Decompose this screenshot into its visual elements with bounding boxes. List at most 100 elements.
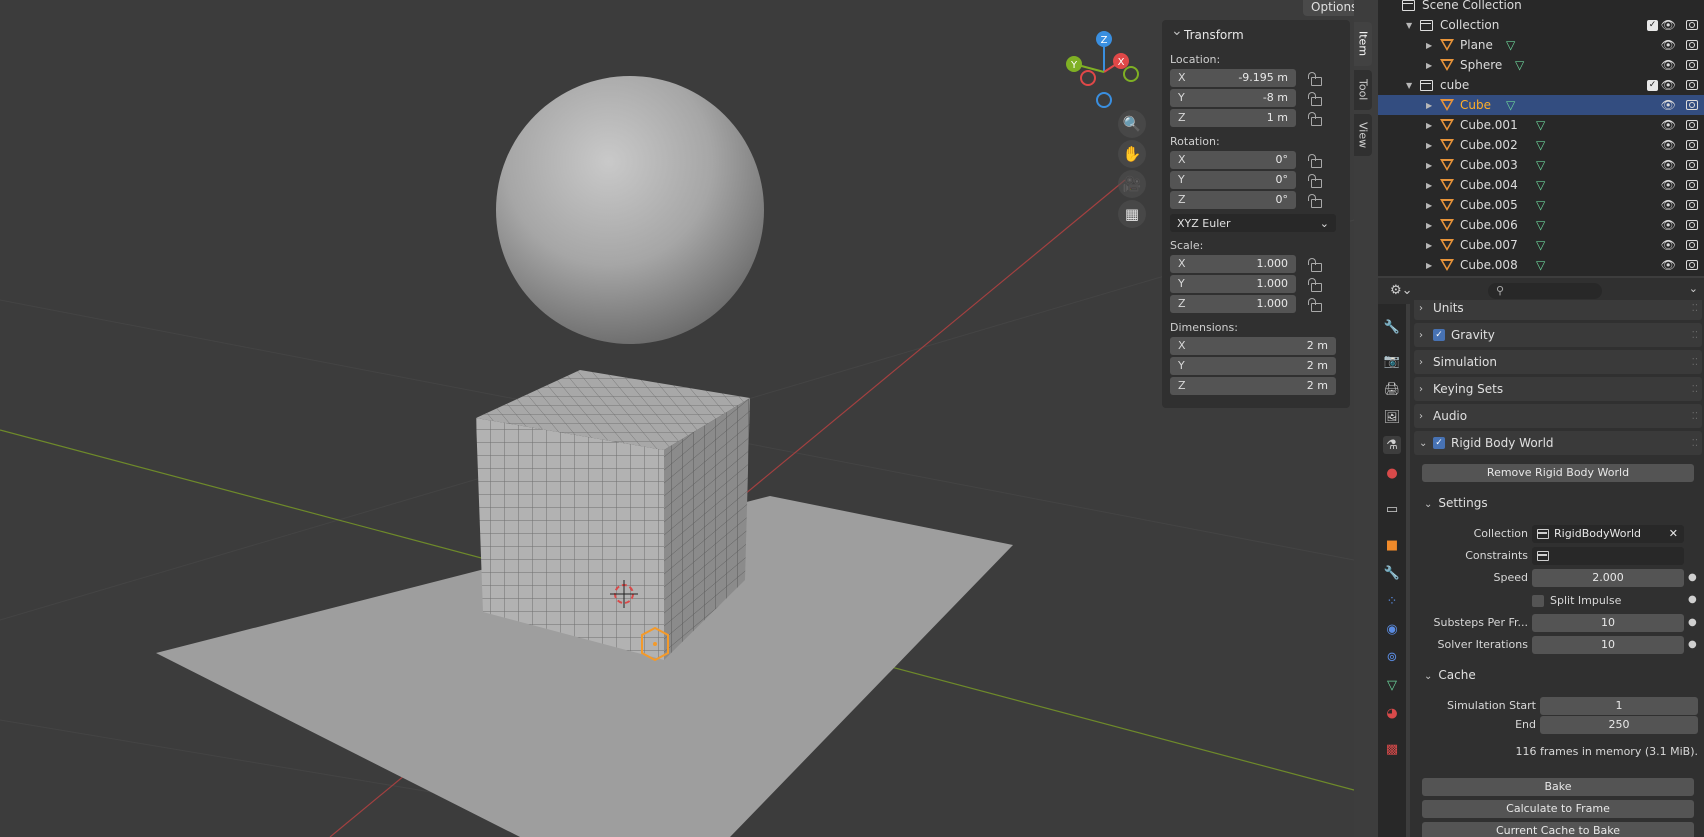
lock-icon[interactable] (1308, 92, 1322, 106)
close-icon[interactable]: ✕ (1669, 525, 1678, 543)
outliner-row-collection[interactable]: ▼ Collection ✓ 👁 (1378, 15, 1704, 35)
expand-arrow-icon[interactable]: ▶ (1426, 221, 1432, 230)
animate-dot-icon[interactable]: ● (1688, 639, 1697, 650)
rigid-body-world-checkbox[interactable]: ✓ (1433, 437, 1445, 449)
dimension-y-field[interactable]: Y2 m (1170, 356, 1336, 375)
mesh-data-icon[interactable]: ▽ (1506, 38, 1515, 52)
camera-view-icon[interactable]: 🎥 (1118, 170, 1146, 198)
animate-dot-icon[interactable]: ● (1688, 617, 1697, 628)
collection-tab-icon[interactable]: ▭ (1383, 500, 1401, 518)
eye-icon[interactable]: 👁 (1661, 198, 1676, 212)
mesh-data-icon[interactable]: ▽ (1506, 98, 1515, 112)
expand-arrow-icon[interactable]: ▼ (1406, 21, 1412, 30)
simulation-start-field[interactable]: 1 (1540, 697, 1698, 715)
eye-icon[interactable]: 👁 (1661, 178, 1676, 192)
constraints-field[interactable] (1532, 547, 1684, 565)
render-camera-icon[interactable] (1686, 240, 1698, 250)
drag-handle-icon[interactable]: ⁚⁚ (1692, 384, 1698, 395)
scene-render[interactable] (0, 0, 1354, 837)
outliner-row-plane[interactable]: ▶ Plane ▽ 👁 (1378, 35, 1704, 55)
render-camera-icon[interactable] (1686, 260, 1698, 270)
render-camera-icon[interactable] (1686, 220, 1698, 230)
settings-subpanel-header[interactable]: ⌄ Settings (1424, 496, 1488, 510)
exclude-checkbox[interactable]: ✓ (1647, 79, 1658, 91)
split-impulse-checkbox[interactable] (1532, 595, 1544, 607)
eye-icon[interactable]: 👁 (1661, 58, 1676, 72)
sphere-object[interactable] (496, 76, 764, 344)
rotation-z-field[interactable]: Z 0° (1170, 190, 1296, 209)
expand-arrow-icon[interactable]: ▶ (1426, 121, 1432, 130)
editor-type-icon[interactable]: ⚙⌄ (1390, 283, 1413, 298)
outliner-row-scene-collection[interactable]: Scene Collection (1378, 0, 1704, 15)
cache-subpanel-header[interactable]: ⌄ Cache (1424, 668, 1476, 682)
mesh-data-icon[interactable]: ▽ (1536, 118, 1545, 132)
solver-iterations-field[interactable]: 10 (1532, 636, 1684, 654)
section-simulation[interactable]: › Simulation ⁚⁚ (1414, 350, 1702, 374)
eye-icon[interactable]: 👁 (1661, 118, 1676, 132)
expand-arrow-icon[interactable]: ▶ (1426, 181, 1432, 190)
texture-tab-icon[interactable]: ▩ (1383, 740, 1401, 758)
render-camera-icon[interactable] (1686, 80, 1698, 90)
eye-icon[interactable]: 👁 (1661, 38, 1676, 52)
data-tab-icon[interactable]: ▽ (1383, 676, 1401, 694)
render-camera-icon[interactable] (1686, 100, 1698, 110)
section-audio[interactable]: › Audio ⁚⁚ (1414, 404, 1702, 428)
3d-viewport[interactable]: Z X Y 🔍 ✋ 🎥 ▦ Options ⌄ (0, 0, 1354, 837)
outliner-row-cube-001[interactable]: ▶ Cube.001 ▽ 👁 (1378, 115, 1704, 135)
section-gravity[interactable]: › ✓ Gravity ⁚⁚ (1414, 323, 1702, 347)
section-units[interactable]: › Units ⁚⁚ (1414, 300, 1702, 320)
outliner[interactable]: Scene Collection ▼ Collection ✓ 👁 ▶ Plan… (1378, 0, 1704, 276)
pan-hand-icon[interactable]: ✋ (1118, 140, 1146, 168)
lock-icon[interactable] (1308, 72, 1322, 86)
modifier-tab-icon[interactable]: 🔧 (1383, 564, 1401, 582)
eye-icon[interactable]: 👁 (1661, 78, 1676, 92)
drag-handle-icon[interactable]: ⁚⁚ (1692, 330, 1698, 341)
speed-field[interactable]: 2.000 (1532, 569, 1684, 587)
lock-icon[interactable] (1308, 194, 1322, 208)
mesh-data-icon[interactable]: ▽ (1536, 198, 1545, 212)
outliner-row-cube-004[interactable]: ▶ Cube.004 ▽ 👁 (1378, 175, 1704, 195)
end-field[interactable]: 250 (1540, 716, 1698, 734)
output-tab-icon[interactable]: 🖨 (1383, 380, 1401, 398)
expand-arrow-icon[interactable]: ▶ (1426, 161, 1432, 170)
mesh-data-icon[interactable]: ▽ (1536, 138, 1545, 152)
lock-icon[interactable] (1308, 278, 1322, 292)
calculate-to-frame-button[interactable]: Calculate to Frame (1422, 800, 1694, 818)
expand-arrow-icon[interactable]: ▶ (1426, 201, 1432, 210)
drag-handle-icon[interactable]: ⁚⁚ (1692, 438, 1698, 449)
mesh-data-icon[interactable]: ▽ (1536, 158, 1545, 172)
collection-field[interactable]: RigidBodyWorld ✕ (1532, 525, 1684, 543)
outliner-row-cube-007[interactable]: ▶ Cube.007 ▽ 👁 (1378, 235, 1704, 255)
rotation-mode-select[interactable]: XYZ Euler ⌄ (1170, 214, 1336, 232)
expand-arrow-icon[interactable]: ▶ (1426, 61, 1432, 70)
remove-rigid-body-world-button[interactable]: Remove Rigid Body World (1422, 464, 1694, 482)
dimension-z-field[interactable]: Z2 m (1170, 376, 1336, 395)
scale-z-field[interactable]: Z 1.000 (1170, 294, 1296, 313)
physics-tab-icon[interactable]: ◉ (1383, 620, 1401, 638)
object-tab-icon[interactable]: ■ (1383, 536, 1401, 554)
tab-item[interactable]: Item (1354, 22, 1372, 66)
location-y-field[interactable]: Y -8 m (1170, 88, 1296, 107)
render-camera-icon[interactable] (1686, 140, 1698, 150)
drag-handle-icon[interactable]: ⁚⁚ (1692, 411, 1698, 422)
eye-icon[interactable]: 👁 (1661, 98, 1676, 112)
location-x-field[interactable]: X -9.195 m (1170, 68, 1296, 87)
drag-handle-icon[interactable]: ⁚⁚ (1692, 357, 1698, 368)
rotation-y-field[interactable]: Y 0° (1170, 170, 1296, 189)
zoom-icon[interactable]: 🔍 (1118, 110, 1146, 138)
mesh-data-icon[interactable]: ▽ (1536, 178, 1545, 192)
constraints-tab-icon[interactable]: ⊚ (1383, 648, 1401, 666)
expand-arrow-icon[interactable]: ▶ (1426, 261, 1432, 270)
tab-view[interactable]: View (1354, 114, 1372, 156)
particles-tab-icon[interactable]: ⁘ (1383, 592, 1401, 610)
outliner-row-cube-005[interactable]: ▶ Cube.005 ▽ 👁 (1378, 195, 1704, 215)
render-camera-icon[interactable] (1686, 200, 1698, 210)
render-camera-icon[interactable] (1686, 180, 1698, 190)
chevron-down-icon[interactable]: ⌄ (1689, 282, 1698, 295)
dimension-x-field[interactable]: X2 m (1170, 336, 1336, 355)
lock-icon[interactable] (1308, 298, 1322, 312)
render-camera-icon[interactable] (1686, 60, 1698, 70)
outliner-row-cube[interactable]: ▶ Cube ▽ 👁 (1378, 95, 1704, 115)
mesh-data-icon[interactable]: ▽ (1515, 58, 1524, 72)
lock-icon[interactable] (1308, 174, 1322, 188)
